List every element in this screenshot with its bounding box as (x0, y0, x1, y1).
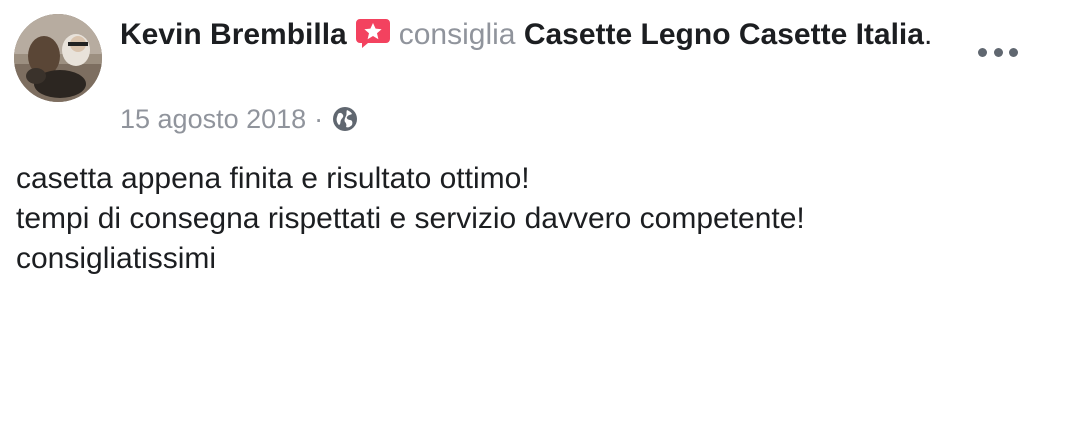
post-date[interactable]: 15 agosto 2018 (120, 101, 306, 137)
globe-icon[interactable] (331, 105, 359, 133)
recommend-verb: consiglia (398, 18, 516, 51)
post-header: Kevin Brembilla consiglia Casette Legno C… (120, 14, 940, 56)
page-name-link[interactable]: Casette Legno Casette Italia (524, 18, 924, 51)
header-period: . (923, 18, 933, 51)
avatar-photo (14, 14, 102, 102)
recommendation-post: Kevin Brembilla consiglia Casette Legno C… (0, 0, 1080, 435)
post-body-line: tempi di consegna rispettati e servizio … (16, 202, 805, 235)
post-body-line: casetta appena finita e risultato ottimo… (16, 162, 530, 195)
post-meta: 15 agosto 2018 · (120, 101, 359, 137)
recommend-star-icon (355, 18, 391, 48)
meta-separator: · (314, 104, 324, 134)
author-name[interactable]: Kevin Brembilla (120, 18, 347, 51)
avatar[interactable] (14, 14, 102, 102)
post-body: casetta appena finita e risultato ottimo… (16, 159, 1056, 279)
post-body-line: consigliatissimi (16, 242, 217, 275)
more-options-icon[interactable] (978, 44, 1018, 60)
